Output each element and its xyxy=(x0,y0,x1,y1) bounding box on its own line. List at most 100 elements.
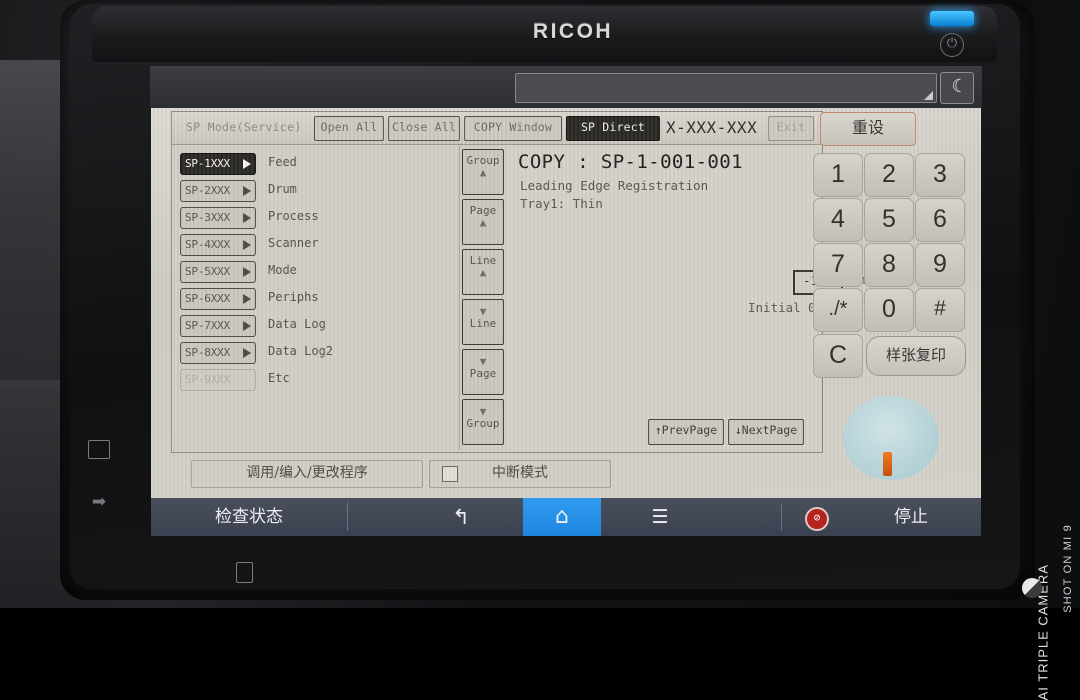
key-4[interactable]: 4 xyxy=(813,198,863,242)
chevron-right-icon xyxy=(243,239,251,250)
chevron-right-icon xyxy=(243,347,251,358)
chevron-right-icon xyxy=(243,158,251,169)
home-button[interactable]: ⌂ xyxy=(523,498,601,536)
sp-group-key-text-5: SP-5XXX xyxy=(185,265,230,278)
key-dot-star[interactable]: ./* xyxy=(813,288,863,332)
sp-group-label-7: Data Log xyxy=(268,317,326,331)
sp-detail-pane: COPY : SP-1-001-001 Leading Edge Registr… xyxy=(508,145,865,450)
sp-group-key-9: SP-9XXX xyxy=(180,369,256,391)
clear-button[interactable]: C xyxy=(813,334,863,378)
bottom-navigation-bar: 检查状态 ↰ ⌂ ☰ ⊘ 停止 xyxy=(151,498,981,536)
sp-group-row-8[interactable]: SP-8XXX Data Log2 xyxy=(180,342,455,369)
arrow-down-icon: ▼ xyxy=(479,305,487,318)
power-eco-icon[interactable]: ⏻ xyxy=(940,33,964,57)
sp-group-label-3: Process xyxy=(268,209,319,223)
sp-group-label-2: Drum xyxy=(268,182,297,196)
sleep-mode-button[interactable]: ☾ xyxy=(940,72,974,104)
sp-group-key-2[interactable]: SP-2XXX xyxy=(180,180,256,202)
key-6[interactable]: 6 xyxy=(915,198,965,242)
arrow-up-icon: ▲ xyxy=(479,266,487,279)
sp-group-key-3[interactable]: SP-3XXX xyxy=(180,207,256,229)
key-3[interactable]: 3 xyxy=(915,153,965,197)
sp-group-row-7[interactable]: SP-7XXX Data Log xyxy=(180,315,455,342)
back-button[interactable]: ↰ xyxy=(411,498,511,536)
nav-divider xyxy=(347,503,348,531)
scroll-line-up-button[interactable]: Line ▲ xyxy=(462,249,504,295)
key-7[interactable]: 7 xyxy=(813,243,863,287)
sp-group-key-text-1: SP-1XXX xyxy=(185,157,230,170)
arrow-up-icon: ▲ xyxy=(479,216,487,229)
status-message-bar xyxy=(515,73,937,103)
sp-scroll-column: Group ▲ Page ▲ Line ▲ ▼ Line ▼ Page ▼ Gr… xyxy=(460,145,506,450)
sp-group-key-5[interactable]: SP-5XXX xyxy=(180,261,256,283)
sp-group-label-8: Data Log2 xyxy=(268,344,334,358)
sp-group-key-6[interactable]: SP-6XXX xyxy=(180,288,256,310)
sp-initial-label: Initial xyxy=(748,300,801,315)
key-1[interactable]: 1 xyxy=(813,153,863,197)
scroll-group-down-button[interactable]: ▼ Group xyxy=(462,399,504,445)
sp-code-label: X-XXX-XXX xyxy=(666,118,758,137)
check-status-button[interactable]: 检查状态 xyxy=(151,498,347,536)
copy-window-button[interactable]: COPY Window xyxy=(464,116,562,141)
scroll-page-up-button[interactable]: Page ▲ xyxy=(462,199,504,245)
chevron-right-icon xyxy=(243,185,251,196)
sp-group-key-7[interactable]: SP-7XXX xyxy=(180,315,256,337)
key-0[interactable]: 0 xyxy=(864,288,914,332)
watermark-line1: SHOT ON MI 9 xyxy=(1062,524,1074,613)
fax-icon[interactable] xyxy=(88,440,110,459)
arrow-down-icon: ▼ xyxy=(479,355,487,368)
nav-divider xyxy=(781,503,782,531)
sp-group-row-5[interactable]: SP-5XXX Mode xyxy=(180,261,455,288)
sp-group-key-4[interactable]: SP-4XXX xyxy=(180,234,256,256)
next-page-button[interactable]: ↓NextPage xyxy=(728,419,804,445)
sp-group-row-2[interactable]: SP-2XXX Drum xyxy=(180,180,455,207)
scroll-line-down-button[interactable]: ▼ Line xyxy=(462,299,504,345)
scroll-group-down-label: Group xyxy=(466,417,500,430)
sp-group-row-4[interactable]: SP-4XXX Scanner xyxy=(180,234,455,261)
sp-group-label-5: Mode xyxy=(268,263,297,277)
open-all-button[interactable]: Open All xyxy=(314,116,384,141)
stop-icon[interactable]: ⊘ xyxy=(805,507,829,531)
close-all-button[interactable]: Close All xyxy=(388,116,460,141)
sp-detail-title: COPY : SP-1-001-001 xyxy=(518,151,743,173)
interrupt-checkbox[interactable] xyxy=(442,466,458,482)
scroll-group-up-button[interactable]: Group ▲ xyxy=(462,149,504,195)
sp-group-row-9[interactable]: SP-9XXX Etc xyxy=(180,369,455,396)
scroll-page-down-button[interactable]: ▼ Page xyxy=(462,349,504,395)
chevron-right-icon xyxy=(243,320,251,331)
sample-copy-button[interactable]: 样张复印 xyxy=(866,336,966,376)
key-8[interactable]: 8 xyxy=(864,243,914,287)
key-9[interactable]: 9 xyxy=(915,243,965,287)
chevron-right-icon xyxy=(243,212,251,223)
sp-window-title: SP Mode(Service) xyxy=(186,120,302,134)
sp-group-row-6[interactable]: SP-6XXX Periphs xyxy=(180,288,455,315)
stop-button[interactable]: 停止 xyxy=(851,498,971,536)
sp-group-row-1[interactable]: SP-1XXX Feed xyxy=(180,153,455,180)
arrow-down-icon: ▼ xyxy=(479,405,487,418)
scroll-page-down-label: Page xyxy=(469,367,497,380)
sp-group-key-text-2: SP-2XXX xyxy=(185,184,230,197)
sp-direct-button[interactable]: SP Direct xyxy=(566,116,660,141)
chevron-right-icon xyxy=(243,266,251,277)
document-feed-icon[interactable] xyxy=(236,562,253,583)
key-hash[interactable]: # xyxy=(915,288,965,332)
menu-button[interactable]: ☰ xyxy=(613,498,707,536)
sp-group-key-text-4: SP-4XXX xyxy=(185,238,230,251)
sp-group-label-4: Scanner xyxy=(268,236,319,250)
prev-page-button[interactable]: ↑PrevPage xyxy=(648,419,724,445)
interrupt-mode-button[interactable]: 中断模式 xyxy=(429,460,611,488)
sp-group-key-8[interactable]: SP-8XXX xyxy=(180,342,256,364)
sp-group-row-3[interactable]: SP-3XXX Process xyxy=(180,207,455,234)
exit-button[interactable]: Exit xyxy=(768,116,814,141)
key-5[interactable]: 5 xyxy=(864,198,914,242)
sp-group-key-text-3: SP-3XXX xyxy=(185,211,230,224)
screenshot-root: RICOH ⏻ ☾ SP Mode(Service) Open All Clos… xyxy=(0,0,1080,700)
data-in-icon[interactable]: ➡ xyxy=(86,492,112,512)
chevron-right-icon xyxy=(243,293,251,304)
program-button[interactable]: 调用/编入/更改程序 xyxy=(191,460,423,488)
sp-group-key-1[interactable]: SP-1XXX xyxy=(180,153,256,175)
reset-button[interactable]: 重设 xyxy=(820,112,916,146)
start-led-icon xyxy=(883,452,892,476)
key-2[interactable]: 2 xyxy=(864,153,914,197)
scroll-line-down-label: Line xyxy=(469,317,497,330)
